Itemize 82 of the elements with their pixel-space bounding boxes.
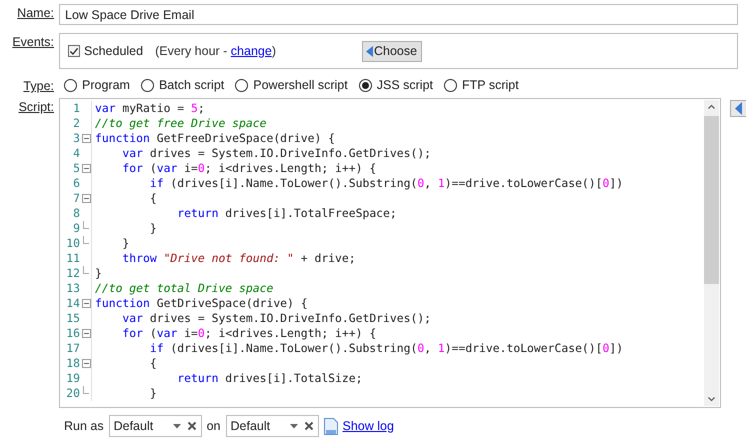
radio-button[interactable]	[64, 78, 77, 92]
fold-toggle-icon[interactable]	[82, 194, 90, 203]
caret-icon	[290, 424, 298, 428]
schedule-text: (Every hour - change)	[155, 44, 276, 58]
checkbox-label: Scheduled	[84, 44, 144, 58]
code-line: }	[148, 386, 157, 401]
line-number: 16	[65, 326, 81, 341]
code-line: return drives[i].TotalFreeSpace;	[176, 206, 397, 221]
triangle-left-icon	[735, 102, 742, 115]
line-number: 1	[72, 101, 81, 116]
code-line: var drives = System.IO.DriveInfo.GetDrives();	[121, 146, 432, 161]
line-number: 7	[72, 191, 81, 206]
scroll-thumb[interactable]	[704, 116, 719, 284]
code-editor[interactable]	[59, 98, 721, 408]
line-number: 12	[65, 266, 81, 281]
code-line: for (var i=0; i<drives.Length; i++) {	[121, 161, 376, 176]
line-number: 3	[72, 131, 81, 146]
line-number: 13	[65, 281, 81, 296]
caret-icon	[172, 424, 181, 428]
user-dropdown[interactable]: Default	[108, 415, 202, 437]
line-number: 15	[65, 311, 81, 326]
clear-icon[interactable]	[304, 421, 314, 431]
line-number: 6	[72, 176, 81, 191]
fold-toggle-icon[interactable]	[82, 164, 90, 173]
line-number: 8	[72, 206, 81, 221]
code-line: function GetDriveSpace(drive) {	[95, 296, 308, 311]
code-line: return drives[i].TotalSize;	[176, 371, 362, 386]
line-number: 18	[65, 356, 81, 371]
code-line: var drives = System.IO.DriveInfo.GetDrives();	[121, 311, 432, 326]
radio-label: Powershell script	[253, 78, 348, 92]
field-label: Events:	[11, 34, 54, 51]
radio-button[interactable]	[358, 78, 372, 92]
code-line: }	[95, 266, 102, 281]
radio-button[interactable]	[140, 78, 154, 92]
radio-label: Program	[82, 78, 130, 92]
triangle-left-icon	[366, 46, 373, 56]
checkbox[interactable]	[68, 45, 80, 57]
code-line: {	[148, 356, 157, 371]
fold-toggle-icon[interactable]	[82, 134, 90, 143]
line-number: 11	[65, 251, 81, 266]
document-icon	[324, 418, 338, 434]
fold-toggle-icon[interactable]	[82, 329, 90, 338]
line-number: 20	[65, 386, 81, 401]
code-line: for (var i=0; i<drives.Length; i++) {	[121, 326, 376, 341]
host-dropdown[interactable]: Default	[226, 415, 319, 437]
line-number: 14	[65, 296, 81, 311]
code-line: if (drives[i].Name.ToLower().Substring(0, 1)==drive.toLowerCase()[0])	[148, 341, 624, 356]
code-line: //to get free Drive space	[95, 116, 266, 131]
field-label: Type:	[22, 78, 54, 93]
code-line: //to get total Drive space	[95, 281, 274, 296]
on-label: on	[206, 419, 221, 433]
name-field[interactable]: Low Space Drive Email	[59, 4, 738, 25]
line-number: 17	[65, 341, 81, 356]
run-as-label: Run as	[64, 419, 104, 433]
fold-toggle-icon[interactable]	[82, 299, 90, 308]
collapse-button[interactable]	[730, 100, 746, 117]
change-link[interactable]: change	[230, 44, 272, 58]
radio-label: JSS script	[376, 78, 433, 92]
line-number: 10	[65, 236, 81, 251]
code-line: if (drives[i].Name.ToLower().Substring(0, 1)==drive.toLowerCase()[0])	[148, 176, 624, 191]
clear-icon[interactable]	[186, 421, 197, 431]
line-number: 9	[72, 221, 81, 236]
fold-toggle-icon[interactable]	[82, 359, 90, 368]
line-number: 5	[72, 161, 81, 176]
code-line: }	[148, 221, 157, 236]
show-log-link[interactable]: Show log	[342, 419, 394, 433]
code-line: throw "Drive not found: " + drive;	[121, 251, 356, 266]
code-line: {	[148, 191, 157, 206]
line-number: 19	[65, 371, 81, 386]
field-label: Name:	[16, 5, 54, 22]
radio-label: FTP script	[462, 78, 519, 92]
choose-button[interactable]: Choose	[362, 40, 422, 62]
radio-label: Batch script	[158, 78, 224, 92]
line-number: 4	[72, 146, 81, 161]
code-line: function GetFreeDriveSpace(drive) {	[95, 131, 336, 146]
line-number: 2	[72, 116, 81, 131]
scrollbar[interactable]	[704, 100, 719, 406]
radio-button[interactable]	[235, 78, 248, 92]
radio-button[interactable]	[444, 78, 457, 92]
code-line: }	[121, 236, 130, 251]
field-label: Script:	[18, 99, 54, 116]
code-line: var myRatio = 5;	[95, 101, 205, 116]
